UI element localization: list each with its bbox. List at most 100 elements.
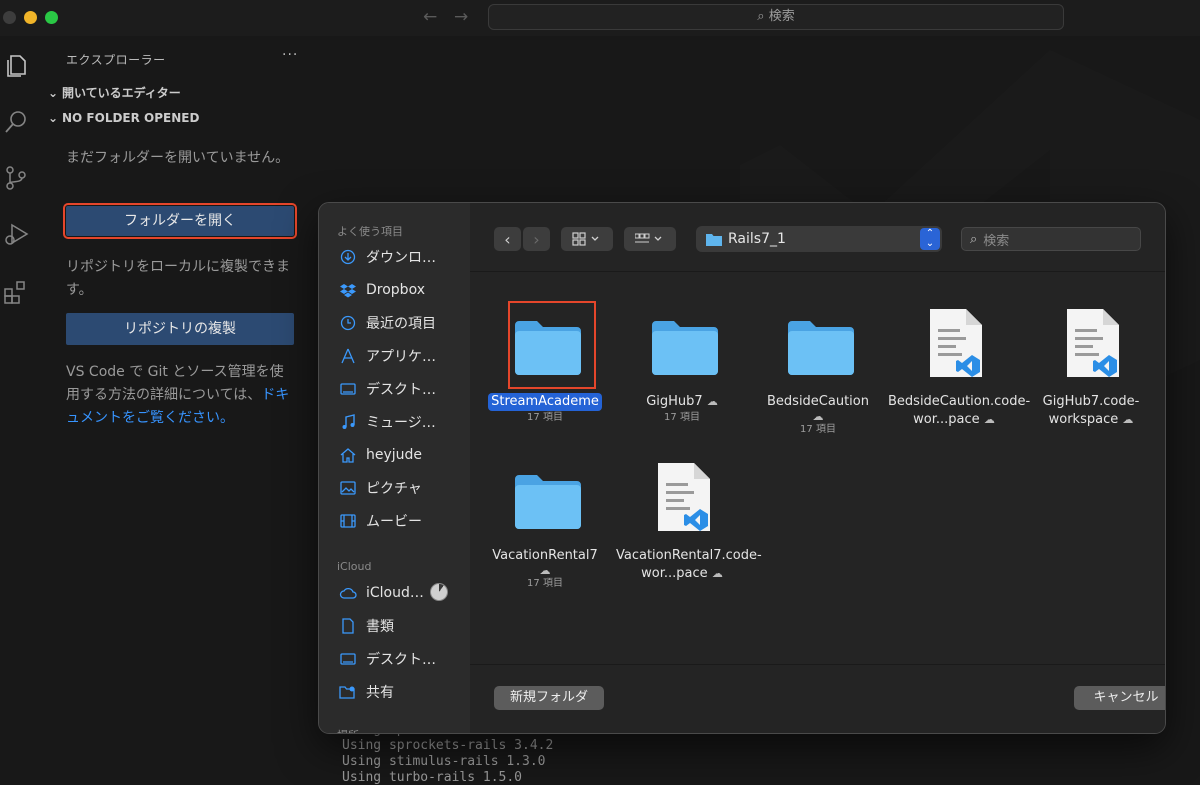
list-item-vacationrental7-workspace[interactable]: VacationRental7.code-wor...pace ☁: [616, 461, 762, 583]
sidebar-item-desktop[interactable]: デスクト…: [339, 377, 467, 401]
cancel-button[interactable]: キャンセル: [1074, 686, 1165, 710]
new-folder-button[interactable]: 新規フォルダ: [494, 686, 604, 710]
folder-icon: [515, 321, 581, 375]
pictures-icon: [339, 479, 357, 497]
sidebar-item-label: ムービー: [366, 514, 422, 530]
document-icon: [339, 617, 357, 635]
sidebar-item-movies[interactable]: ムービー: [339, 509, 467, 533]
back-arrow-icon[interactable]: ←: [423, 7, 437, 27]
command-center-search[interactable]: ⌕ 検索: [488, 4, 1064, 30]
terminal-line: Using turbo-rails 1.5.0: [342, 770, 523, 785]
folder-icon: [652, 321, 718, 375]
forward-arrow-icon[interactable]: →: [454, 7, 468, 27]
no-folder-section[interactable]: ⌄ NO FOLDER OPENED: [48, 111, 199, 125]
clone-repository-button[interactable]: リポジトリの複製: [66, 313, 294, 345]
terminal-line: Using stimulus-rails 1.3.0: [342, 754, 546, 769]
list-item-bedsidecaution-workspace[interactable]: BedsideCaution.code-wor...pace ☁: [888, 307, 1030, 429]
cloud-download-icon: ☁: [983, 413, 995, 426]
open-folder-dialog: よく使う項目 ダウンロ… Dropbox 最近の項目 アプリケ… デスクト… ミ…: [318, 202, 1166, 734]
help-text: VS Code で Git とソース管理を使用する方法の詳細については、: [66, 364, 284, 403]
list-item-vacationrental7[interactable]: VacationRental7 ☁ 17 項目: [479, 461, 611, 591]
sidebar-item-shared[interactable]: 共有: [339, 680, 467, 704]
item-name: StreamAcademe: [488, 393, 602, 411]
sidebar-item-recents[interactable]: 最近の項目: [339, 311, 467, 335]
search-icon: ⌕: [757, 9, 765, 24]
folder-icon: [706, 233, 722, 246]
icloud-icon: [339, 584, 357, 602]
cloud-download-icon: ☁: [1122, 413, 1134, 426]
close-window-button[interactable]: [3, 11, 16, 24]
list-item-bedsidecaution[interactable]: BedsideCaution ☁ 17 項目: [752, 307, 884, 437]
current-folder-label: Rails7_1: [728, 231, 786, 247]
back-button[interactable]: ‹: [494, 227, 521, 251]
more-actions-icon[interactable]: ···: [282, 47, 298, 63]
search-icon[interactable]: [2, 108, 30, 136]
home-icon: [339, 446, 357, 464]
no-folder-label: NO FOLDER OPENED: [62, 111, 200, 125]
cloud-download-icon: ☁: [706, 395, 718, 408]
sidebar-item-applications[interactable]: アプリケ…: [339, 344, 467, 368]
sidebar-item-home[interactable]: heyjude: [339, 443, 467, 467]
item-name: BedsideCaution.code-wor...pace: [888, 394, 1031, 427]
list-item-gighub7-workspace[interactable]: GigHub7.code-workspace ☁: [1025, 307, 1157, 429]
extensions-icon[interactable]: [2, 278, 30, 306]
dialog-file-browser: ‹ › Rails7_1 ⌃ ⌄ ⌕ 検索 StreamAcademe 17 項目…: [470, 203, 1165, 733]
list-item-streamacademe[interactable]: StreamAcademe 17 項目: [479, 301, 611, 425]
sidebar-item-label: デスクト…: [366, 382, 436, 398]
explorer-files-icon[interactable]: [2, 52, 30, 80]
activity-bar: [0, 36, 44, 785]
sidebar-item-label: ピクチャ: [366, 481, 422, 497]
sidebar-item-label: iCloud…: [366, 585, 424, 601]
updown-chevron-icon: ⌃ ⌄: [920, 228, 940, 250]
vscode-workspace-file-icon: [1067, 309, 1119, 377]
zoom-window-button[interactable]: [45, 11, 58, 24]
run-debug-icon[interactable]: [2, 220, 30, 248]
sidebar-item-label: Dropbox: [366, 282, 425, 298]
open-editors-label: 開いているエディター: [62, 86, 181, 100]
icon-view-button[interactable]: [561, 227, 613, 251]
sidebar-item-icloud-desktop[interactable]: デスクト…: [339, 647, 467, 671]
open-editors-section[interactable]: ⌄ 開いているエディター: [48, 84, 181, 101]
title-bar: ← → ⌕ 検索: [0, 0, 1200, 36]
explorer-title: エクスプローラー: [66, 53, 166, 67]
sidebar-item-music[interactable]: ミュージ…: [339, 410, 467, 434]
dialog-search-field[interactable]: ⌕ 検索: [961, 227, 1141, 251]
item-count: 17 項目: [664, 412, 700, 423]
sidebar-item-label: 共有: [366, 685, 394, 701]
item-name: VacationRental7: [492, 548, 598, 563]
item-count: 17 項目: [527, 578, 563, 589]
group-by-button[interactable]: [624, 227, 676, 251]
sidebar-item-label: heyjude: [366, 447, 423, 463]
dropbox-icon: [339, 281, 357, 299]
folder-icon: [788, 321, 854, 375]
sidebar-item-label: ダウンロ…: [366, 250, 436, 266]
item-count: 17 項目: [800, 424, 836, 435]
sidebar-item-label: 書類: [366, 619, 394, 635]
cloud-download-icon: ☁: [539, 564, 551, 577]
icloud-sync-progress-icon: [430, 583, 448, 601]
forward-button[interactable]: ›: [523, 227, 550, 251]
item-name: VacationRental7.code-wor...pace: [616, 548, 762, 581]
shared-folder-icon: [339, 683, 357, 701]
locations-header: 場所: [337, 727, 359, 733]
cloud-download-icon: ☁: [711, 567, 723, 580]
minimize-window-button[interactable]: [24, 11, 37, 24]
sidebar-item-documents[interactable]: 書類: [339, 614, 467, 638]
sidebar-item-pictures[interactable]: ピクチャ: [339, 476, 467, 500]
open-folder-button[interactable]: フォルダーを開く: [63, 203, 297, 239]
download-icon: [339, 248, 357, 266]
chevron-left-icon: ‹: [504, 229, 511, 249]
search-placeholder: 検索: [983, 233, 1010, 249]
toolbar-divider: [470, 271, 1165, 272]
explorer-sidebar: エクスプローラー ··· ⌄ 開いているエディター ⌄ NO FOLDER OPEN…: [44, 36, 308, 785]
path-popup[interactable]: Rails7_1 ⌃ ⌄: [696, 226, 942, 252]
sidebar-item-label: ミュージ…: [366, 415, 436, 431]
no-folder-message: まだフォルダーを開いていません。: [66, 150, 290, 166]
sidebar-item-downloads[interactable]: ダウンロ…: [339, 245, 467, 269]
movies-icon: [339, 512, 357, 530]
list-item-gighub7[interactable]: GigHub7 ☁ 17 項目: [616, 307, 748, 425]
group-icon: [635, 233, 662, 243]
item-name: GigHub7: [646, 394, 703, 409]
source-control-icon[interactable]: [2, 164, 30, 192]
sidebar-item-dropbox[interactable]: Dropbox: [339, 278, 467, 302]
